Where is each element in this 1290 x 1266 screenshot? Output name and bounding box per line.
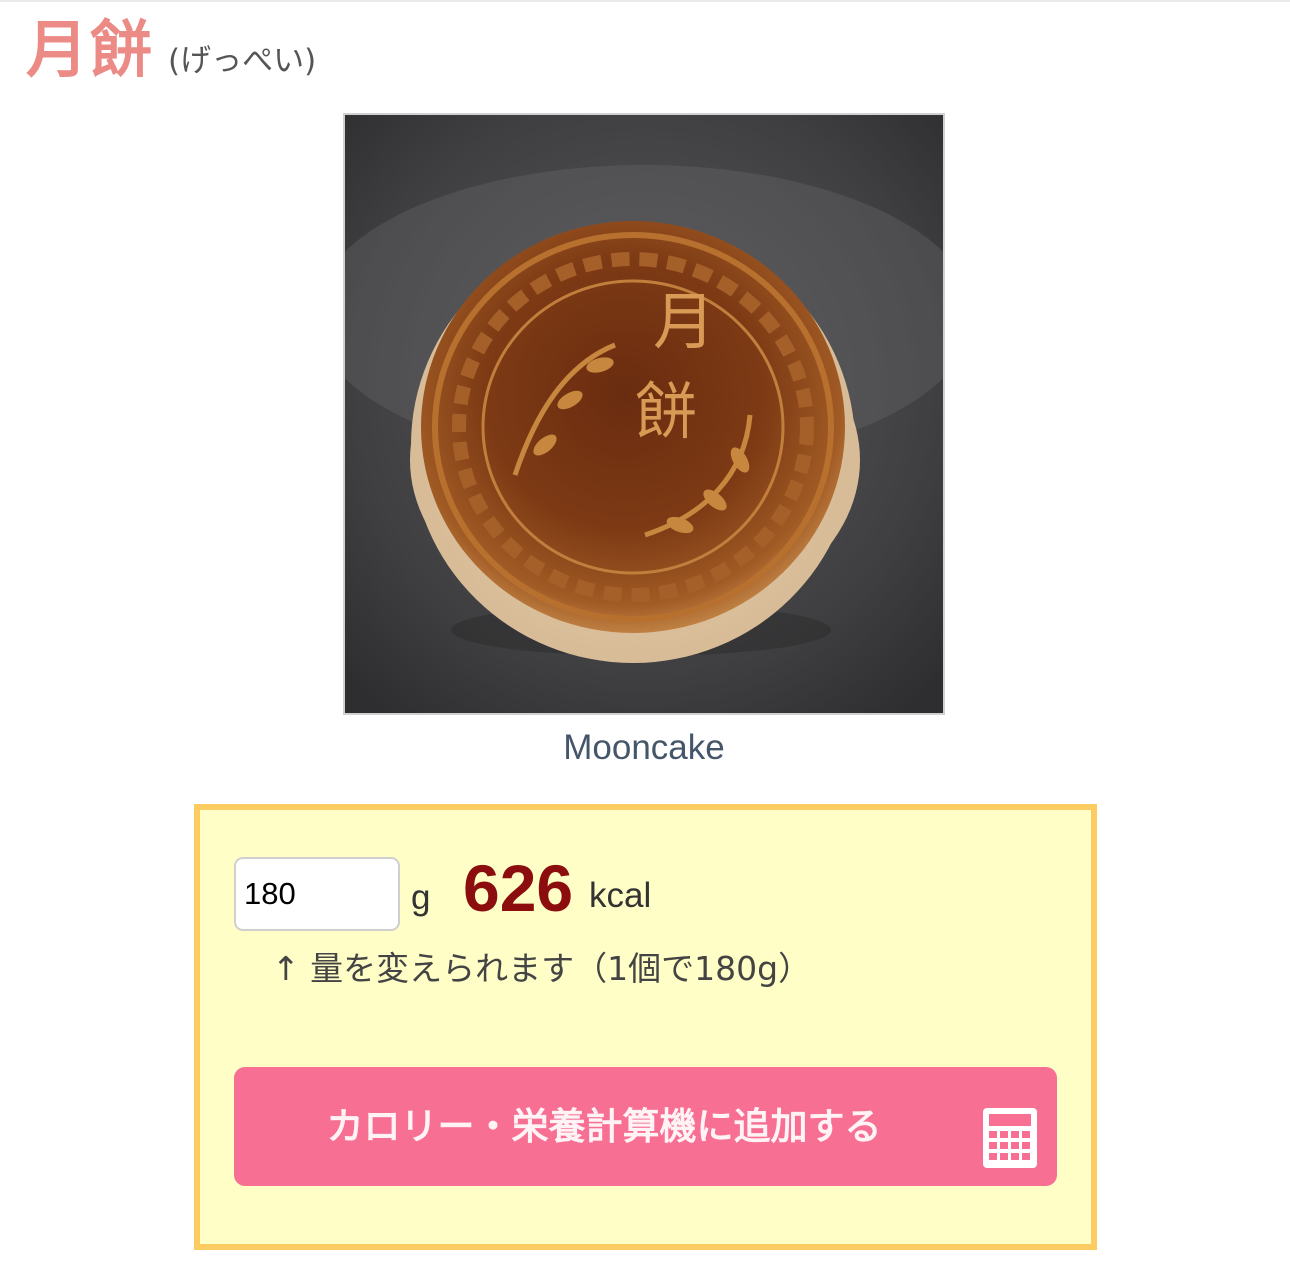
stamp-char-top: 月 — [653, 285, 715, 358]
add-to-calculator-label: カロリー・栄養計算機に追加する — [326, 1105, 882, 1148]
quantity-hint: ↑ 量を変えられます（1個で180g） — [272, 949, 812, 988]
calorie-calculator-panel: g 626 kcal ↑ 量を変えられます（1個で180g） カロリー・栄養計算… — [194, 804, 1097, 1250]
kcal-value: 626 — [463, 851, 574, 925]
food-caption: Mooncake — [563, 728, 725, 767]
mooncake-image: 月 餅 — [345, 115, 943, 713]
kcal-unit: kcal — [589, 876, 652, 915]
top-divider — [0, 0, 1290, 2]
quantity-unit: g — [411, 878, 431, 917]
quantity-input[interactable] — [234, 857, 400, 931]
food-title: 月餅 (げっぺい) — [26, 10, 316, 90]
food-photo: 月 餅 — [343, 113, 945, 715]
food-name: 月餅 — [26, 13, 155, 86]
stamp-char-bottom: 餅 — [635, 375, 697, 448]
add-to-calculator-button[interactable]: カロリー・栄養計算機に追加する — [234, 1067, 1057, 1186]
calculator-icon — [983, 1108, 1037, 1168]
food-reading: (げっぺい) — [168, 43, 317, 79]
